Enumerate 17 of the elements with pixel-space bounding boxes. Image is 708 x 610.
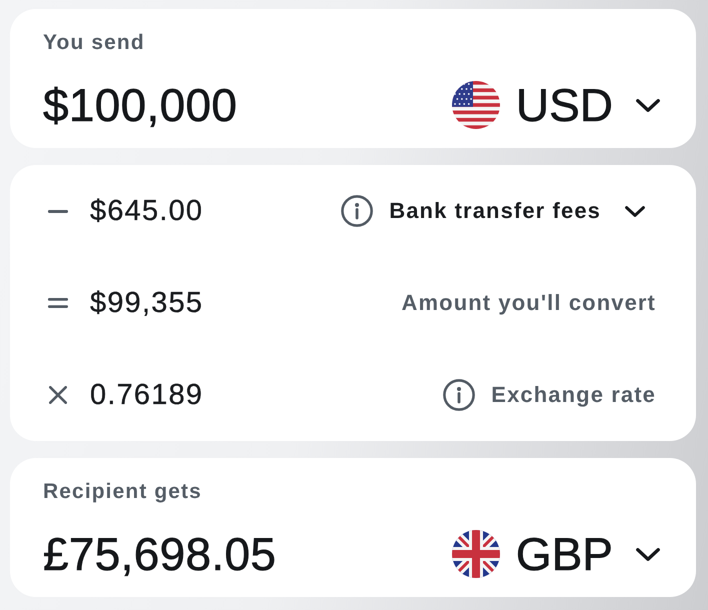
card-label: You send — [43, 30, 145, 56]
card-label: Recipient gets — [43, 479, 202, 505]
amount-input[interactable]: $100,000 — [43, 77, 238, 133]
chevron-down-icon — [625, 206, 645, 216]
info-icon[interactable] — [443, 379, 476, 411]
chevron-down-icon — [636, 98, 660, 112]
breakdown-amount: 0.76189 — [90, 378, 204, 413]
fees-dropdown-button[interactable]: Bank transfer fees — [389, 197, 656, 225]
breakdown-amount: $99,355 — [90, 286, 204, 321]
currency-selector[interactable]: USD — [452, 77, 660, 133]
breakdown-label: Amount you'll convert — [402, 289, 656, 317]
currency-selector[interactable]: GBP — [452, 526, 660, 582]
breakdown-label: Exchange rate — [491, 381, 656, 409]
chevron-down-icon — [636, 548, 660, 560]
amount-input[interactable]: £75,698.05 — [43, 526, 276, 582]
info-icon[interactable] — [341, 195, 374, 227]
breakdown-amount: $645.00 — [90, 194, 204, 229]
